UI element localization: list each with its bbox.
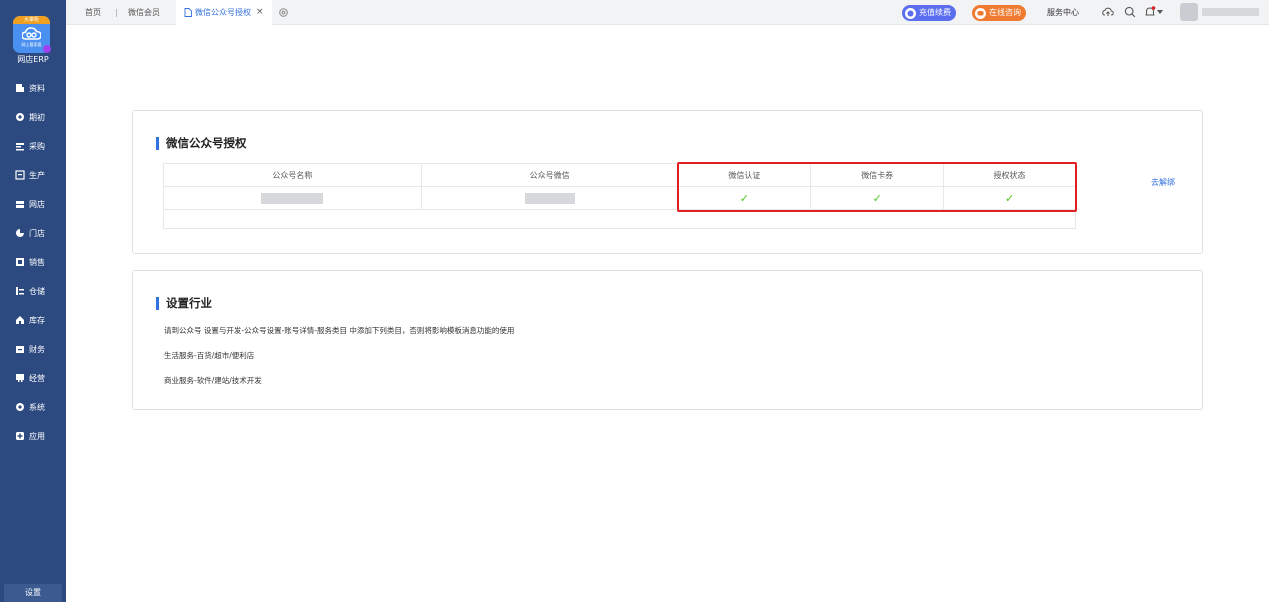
sidebar-item-label: 网店 xyxy=(29,199,45,209)
service-center-link[interactable]: 服务中心 xyxy=(1047,0,1079,25)
sidebar-item-label: 采购 xyxy=(29,141,45,151)
sidebar-item-label: 门店 xyxy=(29,228,45,238)
highlight-box xyxy=(677,162,1077,212)
sidebar-item-operations[interactable]: 经营 xyxy=(15,371,45,385)
sidebar-item-label: 应用 xyxy=(29,431,45,441)
tab-home[interactable]: 首页 xyxy=(85,0,101,25)
panel-title: 设置行业 xyxy=(156,295,212,311)
table-empty-row xyxy=(163,209,1076,229)
sidebar: 大掌柜 网上管家婆 网店ERP 资料 期初 采购 生产 网店 门店 销售 仓储 xyxy=(0,0,66,602)
sidebar-item-label: 销售 xyxy=(29,257,45,267)
column-header: 公众号名称 xyxy=(163,163,422,187)
sidebar-item-inventory[interactable]: 库存 xyxy=(15,313,45,327)
gear-icon[interactable] xyxy=(278,7,289,18)
sidebar-item-shop[interactable]: 门店 xyxy=(15,226,45,240)
sales-icon xyxy=(15,257,25,267)
user-name-redacted[interactable] xyxy=(1202,8,1259,16)
tab-label: 微信公众号授权 xyxy=(195,8,251,17)
sidebar-item-opening[interactable]: 期初 xyxy=(15,110,45,124)
logo-top-text: 大掌柜 xyxy=(23,17,39,23)
category-line: 生活服务-百货/超市/便利店 xyxy=(164,351,255,360)
sidebar-item-label: 系统 xyxy=(29,402,45,412)
recharge-button[interactable]: 充值续费 xyxy=(902,5,956,21)
factory-icon xyxy=(15,170,25,180)
settings-button[interactable]: 设置 xyxy=(4,584,62,602)
plus-icon xyxy=(15,431,25,441)
page-icon xyxy=(184,8,192,17)
recharge-label: 充值续费 xyxy=(919,8,951,17)
search-icon[interactable] xyxy=(1124,6,1136,18)
avatar[interactable] xyxy=(1180,3,1198,21)
gear-icon xyxy=(15,402,25,412)
coin-icon xyxy=(905,7,916,19)
account-wechat-cell xyxy=(420,186,679,210)
sidebar-item-sales[interactable]: 销售 xyxy=(15,255,45,269)
wallet-icon xyxy=(15,344,25,354)
cart-icon xyxy=(15,141,25,151)
sidebar-item-purchase[interactable]: 采购 xyxy=(15,139,45,153)
document-icon xyxy=(15,83,25,93)
sidebar-item-data[interactable]: 资料 xyxy=(15,81,45,95)
tab-wechat-auth[interactable]: 微信公众号授权 × xyxy=(176,0,272,25)
logo-badge-icon xyxy=(43,45,51,53)
tab-separator xyxy=(116,9,117,17)
app-name: 网店ERP xyxy=(17,55,49,64)
chat-icon xyxy=(975,7,986,19)
clock-icon xyxy=(15,112,25,122)
cloud-icon xyxy=(22,27,41,40)
top-bar: 首页 微信会员 微信公众号授权 × 充值续费 在线咨询 服务中心 xyxy=(66,0,1269,25)
sidebar-item-label: 库存 xyxy=(29,315,45,325)
cloud-sync-icon[interactable] xyxy=(1102,6,1114,18)
home-icon xyxy=(15,315,25,325)
sidebar-item-storage[interactable]: 仓储 xyxy=(15,284,45,298)
column-header: 公众号微信 xyxy=(420,163,679,187)
sidebar-item-system[interactable]: 系统 xyxy=(15,400,45,414)
sidebar-item-online-store[interactable]: 网店 xyxy=(15,197,45,211)
sidebar-item-label: 资料 xyxy=(29,83,45,93)
consult-label: 在线咨询 xyxy=(989,8,1021,17)
chevron-down-icon[interactable] xyxy=(1157,10,1163,14)
online-consult-button[interactable]: 在线咨询 xyxy=(972,5,1026,21)
panel-title: 微信公众号授权 xyxy=(156,135,247,151)
bell-icon[interactable] xyxy=(1144,6,1156,18)
sidebar-item-production[interactable]: 生产 xyxy=(15,168,45,182)
sidebar-item-label: 财务 xyxy=(29,344,45,354)
warehouse-icon xyxy=(15,286,25,296)
store-icon xyxy=(15,199,25,209)
chart-icon xyxy=(15,373,25,383)
category-line: 商业服务-软件/建站/技术开发 xyxy=(164,376,262,385)
sidebar-item-finance[interactable]: 财务 xyxy=(15,342,45,356)
sidebar-item-apps[interactable]: 应用 xyxy=(15,429,45,443)
tab-wechat-member[interactable]: 微信会员 xyxy=(128,0,160,25)
sidebar-item-label: 经营 xyxy=(29,373,45,383)
close-icon[interactable]: × xyxy=(256,0,264,25)
industry-panel: 设置行业 请到公众号 设置与开发-公众号设置-账号详情-服务类目 中添加下列类目… xyxy=(132,270,1203,410)
sidebar-item-label: 期初 xyxy=(29,112,45,122)
unbind-link[interactable]: 去解绑 xyxy=(1151,177,1175,188)
redacted-text xyxy=(261,192,324,204)
instruction-text: 请到公众号 设置与开发-公众号设置-账号详情-服务类目 中添加下列类目，否则将影… xyxy=(164,326,515,335)
sidebar-item-label: 生产 xyxy=(29,170,45,180)
redacted-text xyxy=(524,192,575,204)
pie-icon xyxy=(15,228,25,238)
sidebar-item-label: 仓储 xyxy=(29,286,45,296)
account-name-cell xyxy=(163,186,422,210)
